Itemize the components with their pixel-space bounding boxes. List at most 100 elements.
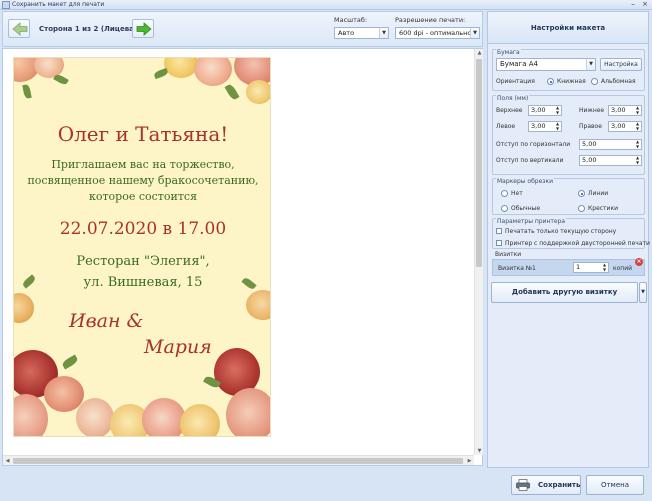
paper-select[interactable]: Бумага А4 ▼ <box>496 58 596 71</box>
rose-decoration <box>180 404 220 436</box>
duplex-printer-label: Принтер с поддержкой двусторонней печати <box>505 240 650 247</box>
scale-select[interactable]: Авто ▼ <box>334 27 389 39</box>
cards-group-title: Визитки <box>495 251 522 258</box>
printer-group: Параметры принтера Печатать только текущ… <box>492 218 650 249</box>
card-copies-unit: копий <box>613 265 633 272</box>
card-place-line: Ресторан "Элегия", <box>76 254 210 269</box>
resolution-select[interactable]: 600 dpi - оптимальное ▼ <box>395 27 480 39</box>
cancel-button[interactable]: Отмена <box>586 475 644 495</box>
print-current-side-label: Печатать только текущую сторону <box>505 228 617 235</box>
close-button[interactable]: × <box>640 0 650 9</box>
preview-toolbar: Сторона 1 из 2 (Лицевая) Масштаб: Авто ▼… <box>2 11 483 47</box>
card-list-item: Визитка №1 1 ▲ ▼ копий × <box>492 258 645 276</box>
vertical-gap-label: Отступ по вертикали <box>496 157 564 164</box>
marks-crosses-label: Крестики <box>588 205 618 212</box>
resolution-label: Разрешение печати: <box>395 16 466 24</box>
card-item-label: Визитка №1 <box>498 265 536 272</box>
add-card-dropdown[interactable]: ▼ <box>639 282 647 303</box>
minimize-button[interactable]: – <box>628 0 638 9</box>
window-title: Сохранить макет для печати <box>12 1 105 8</box>
duplex-printer-checkbox[interactable] <box>496 240 502 246</box>
page-indicator: Сторона 1 из 2 (Лицевая) <box>39 25 142 33</box>
rose-decoration <box>76 398 114 436</box>
rose-decoration <box>14 293 34 323</box>
paper-group: Бумага Бумага А4 ▼ Настройка Ориентация … <box>492 49 645 91</box>
vertical-gap-input[interactable]: 5,00 ▲ ▼ <box>579 155 642 166</box>
print-preview: Олег и Татьяна! Приглашаем вас на торжес… <box>2 48 483 466</box>
horizontal-gap-label: Отступ по горизонтали <box>496 141 571 148</box>
spin-arrows-icon[interactable]: ▲ ▼ <box>601 262 608 272</box>
invitation-card-preview: Олег и Татьяна! Приглашаем вас на торжес… <box>13 57 271 437</box>
delete-card-icon[interactable]: × <box>635 258 643 266</box>
margins-group: Поля (мм) Верхнее 3,00 ▲ ▼ Нижнее 3,00 ▲ ▼ Л… <box>492 95 645 175</box>
card-signature-2: Мария <box>144 336 212 358</box>
scroll-left-icon[interactable]: ◀ <box>3 456 12 466</box>
spin-arrows-icon[interactable]: ▲ ▼ <box>554 105 561 115</box>
printer-icon <box>516 479 530 491</box>
rose-decoration <box>194 58 232 86</box>
horizontal-gap-input[interactable]: 5,00 ▲ ▼ <box>579 139 642 150</box>
dialog-footer: Сохранить Отмена <box>0 470 652 501</box>
app-icon <box>2 1 10 9</box>
spin-arrows-icon[interactable]: ▲ ▼ <box>554 121 561 131</box>
orientation-portrait-radio[interactable] <box>547 78 554 85</box>
scroll-thumb[interactable] <box>476 59 482 267</box>
rose-decoration <box>14 394 48 436</box>
marks-none-label: Нет <box>511 190 523 197</box>
leaf-decoration <box>53 72 69 87</box>
marks-normal-label: Обычные <box>511 205 541 212</box>
orientation-landscape-radio[interactable] <box>591 78 598 85</box>
marks-crosses-radio[interactable] <box>578 205 585 212</box>
rose-decoration <box>142 398 186 436</box>
crop-marks-group: Маркеры обрезки Нет Линии Обычные Крести… <box>492 178 645 215</box>
top-margin-input[interactable]: 3,00 ▲ ▼ <box>528 105 562 116</box>
card-date: 22.07.2020 в 17.00 <box>59 219 227 239</box>
top-margin-label: Верхнее <box>496 107 523 114</box>
orientation-portrait-label: Книжная <box>557 78 586 85</box>
scale-label: Масштаб: <box>334 16 368 24</box>
vertical-scrollbar[interactable]: ▲ ▼ <box>474 49 483 455</box>
prev-page-button[interactable] <box>8 19 30 38</box>
spin-arrows-icon[interactable]: ▲ ▼ <box>634 105 641 115</box>
right-margin-input[interactable]: 3,00 ▲ ▼ <box>608 121 642 132</box>
paper-settings-button[interactable]: Настройка <box>600 58 642 71</box>
scroll-right-icon[interactable]: ▶ <box>465 456 474 466</box>
leaf-decoration <box>22 83 32 100</box>
left-margin-input[interactable]: 3,00 ▲ ▼ <box>528 121 562 132</box>
chevron-down-icon: ▼ <box>379 28 388 38</box>
panel-title: Настройки макета <box>488 12 648 44</box>
next-page-button[interactable] <box>132 19 154 38</box>
left-margin-label: Левое <box>496 123 516 130</box>
spin-arrows-icon[interactable]: ▲ ▼ <box>634 155 641 165</box>
scroll-thumb[interactable] <box>13 458 463 464</box>
card-invite-line: Приглашаем вас на торжество, <box>51 158 235 171</box>
card-invite-line: посвященное нашему бракосочетанию, <box>27 174 259 187</box>
save-button[interactable]: Сохранить <box>511 475 581 495</box>
spin-arrows-icon[interactable]: ▲ ▼ <box>634 139 641 149</box>
horizontal-scrollbar[interactable]: ◀ ▶ <box>3 455 474 465</box>
layout-settings-panel: Настройки макета Бумага Бумага А4 ▼ Наст… <box>487 11 650 468</box>
marks-lines-radio[interactable] <box>578 190 585 197</box>
scroll-down-icon[interactable]: ▼ <box>475 447 484 455</box>
card-copies-input[interactable]: 1 ▲ ▼ <box>573 262 609 273</box>
card-invite-line: которое состоится <box>88 190 198 203</box>
right-margin-label: Правое <box>579 123 602 130</box>
title-bar: Сохранить макет для печати – × <box>0 0 652 10</box>
print-current-side-checkbox[interactable] <box>496 228 502 234</box>
add-card-button[interactable]: Добавить другую визитку <box>491 282 638 303</box>
bottom-margin-input[interactable]: 3,00 ▲ ▼ <box>608 105 642 116</box>
marks-none-radio[interactable] <box>501 190 508 197</box>
orientation-label: Ориентация <box>496 78 535 85</box>
rose-decoration <box>246 80 270 104</box>
chevron-down-icon: ▼ <box>470 28 479 38</box>
marks-normal-radio[interactable] <box>501 205 508 212</box>
marks-lines-label: Линии <box>588 190 609 197</box>
bottom-margin-label: Нижнее <box>579 107 605 114</box>
spin-arrows-icon[interactable]: ▲ ▼ <box>634 121 641 131</box>
orientation-landscape-label: Альбомная <box>601 78 636 85</box>
card-place-line: ул. Вишневая, 15 <box>83 275 203 290</box>
scroll-up-icon[interactable]: ▲ <box>475 49 484 57</box>
leaf-decoration <box>224 83 240 101</box>
leaf-decoration <box>61 354 79 370</box>
arrow-right-icon <box>136 22 152 36</box>
